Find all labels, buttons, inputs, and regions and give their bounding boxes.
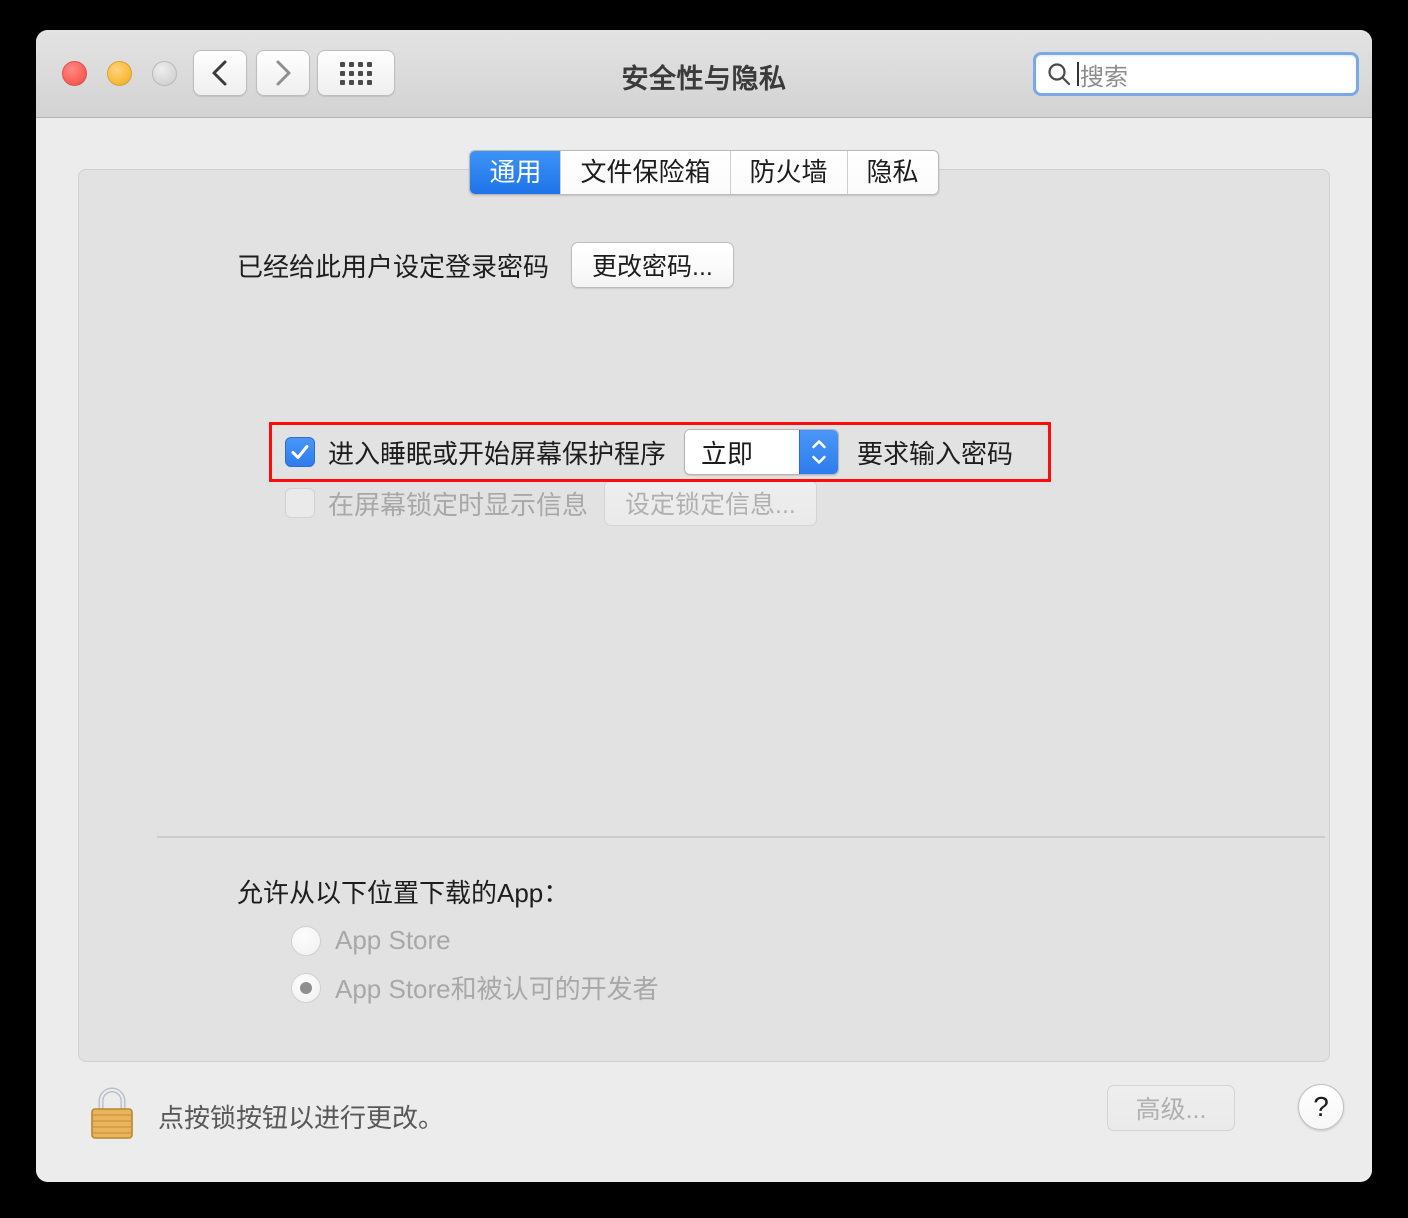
tab-filevault[interactable]: 文件保险箱 — [561, 151, 731, 194]
require-password-checkbox[interactable] — [285, 437, 315, 467]
checkmark-icon — [291, 445, 309, 459]
download-option-appstore[interactable]: App Store — [291, 925, 451, 956]
password-delay-stepper[interactable]: 立即 — [684, 429, 840, 475]
login-password-row: 已经给此用户设定登录密码 更改密码... — [237, 242, 734, 288]
require-password-suffix: 要求输入密码 — [857, 438, 1014, 469]
stepper-arrows-icon[interactable] — [799, 430, 839, 474]
chevron-up-icon — [812, 440, 826, 449]
tab-general[interactable]: 通用 — [470, 151, 562, 194]
require-password-label: 进入睡眠或开始屏幕保护程序 — [328, 438, 667, 469]
chevron-down-icon — [812, 455, 826, 464]
radio-selected-dot — [300, 981, 312, 994]
search-field[interactable]: 搜索 — [1033, 52, 1359, 96]
window-body: 通用 文件保险箱 防火墙 隐私 已经给此用户设定登录密码 更改密码... 进入睡… — [36, 118, 1372, 1181]
set-lock-message-button[interactable]: 设定锁定信息... — [604, 480, 817, 526]
lock-button[interactable] — [84, 1084, 140, 1142]
tab-bar: 通用 文件保险箱 防火墙 隐私 — [36, 150, 1372, 195]
download-section-title-row: 允许从以下位置下载的App： — [237, 873, 569, 910]
radio-appstore-label: App Store — [335, 925, 451, 955]
download-option-appstore-identified[interactable]: App Store和被认可的开发者 — [291, 969, 659, 1006]
advanced-button[interactable]: 高级... — [1107, 1085, 1235, 1131]
search-icon — [1046, 61, 1072, 87]
lock-message-checkbox[interactable] — [285, 488, 315, 518]
text-cursor — [1077, 62, 1079, 86]
login-password-label: 已经给此用户设定登录密码 — [237, 251, 550, 282]
download-section-title: 允许从以下位置下载的App： — [237, 878, 570, 908]
window-titlebar: 安全性与隐私 搜索 — [36, 30, 1372, 118]
help-button[interactable]: ? — [1298, 1084, 1344, 1130]
lock-closed-icon — [91, 1087, 133, 1139]
lock-hint-text: 点按锁按钮以进行更改。 — [158, 1103, 445, 1133]
section-divider — [157, 836, 1325, 838]
window-footer: 点按锁按钮以进行更改。 高级... ? — [36, 1062, 1372, 1181]
radio-appstore-identified-label: App Store和被认可的开发者 — [335, 974, 659, 1004]
require-password-row: 进入睡眠或开始屏幕保护程序 立即 要求输入密码 — [285, 429, 1013, 475]
radio-appstore-identified[interactable] — [291, 972, 321, 1003]
tab-firewall[interactable]: 防火墙 — [730, 151, 848, 194]
search-placeholder: 搜索 — [1080, 63, 1128, 91]
change-password-button[interactable]: 更改密码... — [571, 242, 734, 288]
tab-privacy[interactable]: 隐私 — [847, 151, 938, 194]
general-settings-panel: 已经给此用户设定登录密码 更改密码... 进入睡眠或开始屏幕保护程序 立即 要求… — [78, 169, 1330, 1062]
password-delay-value: 立即 — [685, 430, 800, 474]
lock-message-row: 在屏幕锁定时显示信息 设定锁定信息... — [285, 480, 817, 526]
radio-appstore[interactable] — [291, 925, 321, 956]
lock-message-label: 在屏幕锁定时显示信息 — [328, 489, 589, 520]
system-preferences-window: 安全性与隐私 搜索 通用 文件保险箱 防火墙 隐私 已经给此用户设定登录密码 更… — [36, 30, 1372, 1182]
